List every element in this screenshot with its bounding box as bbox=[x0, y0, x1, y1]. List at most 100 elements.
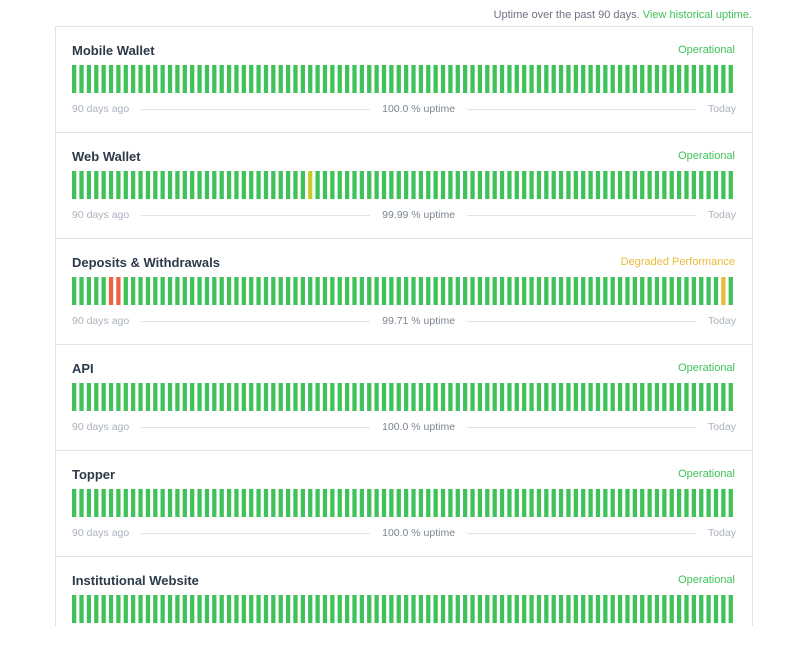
uptime-day-bar[interactable] bbox=[241, 65, 246, 93]
uptime-day-bar[interactable] bbox=[551, 171, 556, 199]
uptime-day-bar[interactable] bbox=[684, 171, 689, 199]
uptime-day-bar[interactable] bbox=[241, 595, 246, 623]
uptime-day-bar[interactable] bbox=[529, 65, 534, 93]
uptime-day-bar[interactable] bbox=[315, 489, 320, 517]
uptime-day-bar[interactable] bbox=[72, 277, 77, 305]
uptime-day-bar[interactable] bbox=[647, 383, 652, 411]
uptime-day-bar[interactable] bbox=[632, 277, 637, 305]
uptime-day-bar[interactable] bbox=[691, 277, 697, 305]
uptime-day-bar[interactable] bbox=[234, 277, 239, 305]
uptime-day-bar[interactable] bbox=[669, 595, 674, 623]
uptime-day-bar[interactable] bbox=[662, 595, 667, 623]
uptime-day-bar[interactable] bbox=[411, 65, 416, 93]
uptime-day-bar[interactable] bbox=[308, 489, 313, 517]
uptime-day-bar[interactable] bbox=[359, 65, 365, 93]
uptime-day-bar[interactable] bbox=[234, 65, 239, 93]
uptime-day-bar[interactable] bbox=[676, 277, 682, 305]
uptime-day-bar[interactable] bbox=[485, 171, 490, 199]
uptime-day-bar[interactable] bbox=[123, 277, 128, 305]
uptime-day-bar[interactable] bbox=[344, 277, 350, 305]
uptime-day-bar[interactable] bbox=[204, 277, 210, 305]
uptime-day-bar[interactable] bbox=[699, 65, 704, 93]
uptime-day-bar[interactable] bbox=[485, 489, 490, 517]
uptime-day-bar[interactable] bbox=[389, 171, 394, 199]
uptime-day-bar[interactable] bbox=[573, 277, 578, 305]
uptime-day-bar[interactable] bbox=[293, 489, 298, 517]
uptime-day-bar[interactable] bbox=[145, 383, 151, 411]
uptime-day-bar[interactable] bbox=[514, 65, 519, 93]
uptime-day-bar[interactable] bbox=[153, 383, 158, 411]
uptime-day-bar[interactable] bbox=[153, 595, 158, 623]
uptime-day-bar[interactable] bbox=[101, 277, 106, 305]
uptime-day-bar[interactable] bbox=[293, 595, 298, 623]
uptime-day-bar[interactable] bbox=[440, 171, 446, 199]
uptime-day-bar[interactable] bbox=[654, 277, 660, 305]
uptime-day-bar[interactable] bbox=[256, 489, 261, 517]
uptime-day-bar[interactable] bbox=[160, 171, 165, 199]
uptime-day-bar[interactable] bbox=[123, 489, 128, 517]
uptime-day-bar[interactable] bbox=[167, 65, 173, 93]
uptime-day-bar[interactable] bbox=[463, 595, 468, 623]
uptime-day-bar[interactable] bbox=[463, 489, 468, 517]
uptime-day-bar[interactable] bbox=[536, 489, 542, 517]
uptime-day-bar[interactable] bbox=[728, 277, 733, 305]
uptime-day-bar[interactable] bbox=[404, 277, 409, 305]
uptime-day-bar[interactable] bbox=[581, 277, 586, 305]
uptime-day-bar[interactable] bbox=[131, 595, 136, 623]
uptime-day-bar[interactable] bbox=[588, 595, 593, 623]
uptime-day-bar[interactable] bbox=[226, 595, 232, 623]
uptime-day-bar[interactable] bbox=[145, 277, 151, 305]
uptime-day-bar[interactable] bbox=[249, 277, 254, 305]
uptime-day-bar[interactable] bbox=[684, 277, 689, 305]
uptime-day-bar[interactable] bbox=[72, 383, 77, 411]
uptime-day-bar[interactable] bbox=[477, 277, 483, 305]
uptime-day-bar[interactable] bbox=[359, 277, 365, 305]
uptime-day-bar[interactable] bbox=[440, 65, 446, 93]
uptime-day-bar[interactable] bbox=[285, 595, 291, 623]
uptime-day-bar[interactable] bbox=[411, 171, 416, 199]
uptime-day-bar[interactable] bbox=[558, 171, 564, 199]
uptime-day-bar[interactable] bbox=[226, 277, 232, 305]
uptime-day-bar[interactable] bbox=[404, 489, 409, 517]
uptime-day-bar[interactable] bbox=[381, 595, 387, 623]
uptime-day-bar[interactable] bbox=[721, 489, 726, 517]
uptime-day-bar[interactable] bbox=[315, 65, 320, 93]
uptime-day-bar[interactable] bbox=[131, 277, 136, 305]
uptime-day-bar[interactable] bbox=[234, 171, 239, 199]
uptime-day-bar[interactable] bbox=[595, 383, 601, 411]
uptime-day-bar[interactable] bbox=[728, 65, 733, 93]
uptime-day-bar[interactable] bbox=[485, 595, 490, 623]
uptime-day-bar[interactable] bbox=[79, 489, 84, 517]
uptime-day-bar[interactable] bbox=[691, 383, 697, 411]
uptime-day-bar[interactable] bbox=[182, 171, 187, 199]
uptime-day-bar[interactable] bbox=[426, 595, 431, 623]
uptime-day-bar[interactable] bbox=[234, 383, 239, 411]
uptime-day-bar[interactable] bbox=[72, 171, 77, 199]
uptime-day-bar[interactable] bbox=[145, 489, 151, 517]
uptime-day-bar[interactable] bbox=[79, 383, 84, 411]
uptime-day-bar[interactable] bbox=[374, 489, 379, 517]
uptime-day-bar[interactable] bbox=[271, 383, 276, 411]
uptime-day-bar[interactable] bbox=[477, 595, 483, 623]
uptime-day-bar[interactable] bbox=[108, 489, 114, 517]
uptime-day-bar[interactable] bbox=[676, 65, 682, 93]
uptime-day-bar[interactable] bbox=[573, 65, 578, 93]
uptime-day-bar[interactable] bbox=[308, 595, 313, 623]
uptime-day-bar[interactable] bbox=[522, 65, 527, 93]
uptime-day-bar[interactable] bbox=[241, 383, 246, 411]
uptime-day-bar[interactable] bbox=[271, 277, 276, 305]
uptime-day-bar[interactable] bbox=[470, 489, 475, 517]
uptime-day-bar[interactable] bbox=[706, 383, 711, 411]
uptime-day-bar[interactable] bbox=[367, 277, 372, 305]
uptime-day-bar[interactable] bbox=[676, 171, 682, 199]
uptime-day-bar[interactable] bbox=[226, 65, 232, 93]
uptime-day-bar[interactable] bbox=[566, 65, 571, 93]
uptime-day-bar[interactable] bbox=[160, 383, 165, 411]
uptime-day-bar[interactable] bbox=[514, 595, 519, 623]
uptime-day-bar[interactable] bbox=[256, 65, 261, 93]
uptime-day-bar[interactable] bbox=[728, 383, 733, 411]
uptime-day-bar[interactable] bbox=[190, 383, 195, 411]
uptime-day-bar[interactable] bbox=[691, 171, 697, 199]
uptime-day-bar[interactable] bbox=[455, 595, 460, 623]
uptime-day-bar[interactable] bbox=[662, 489, 667, 517]
